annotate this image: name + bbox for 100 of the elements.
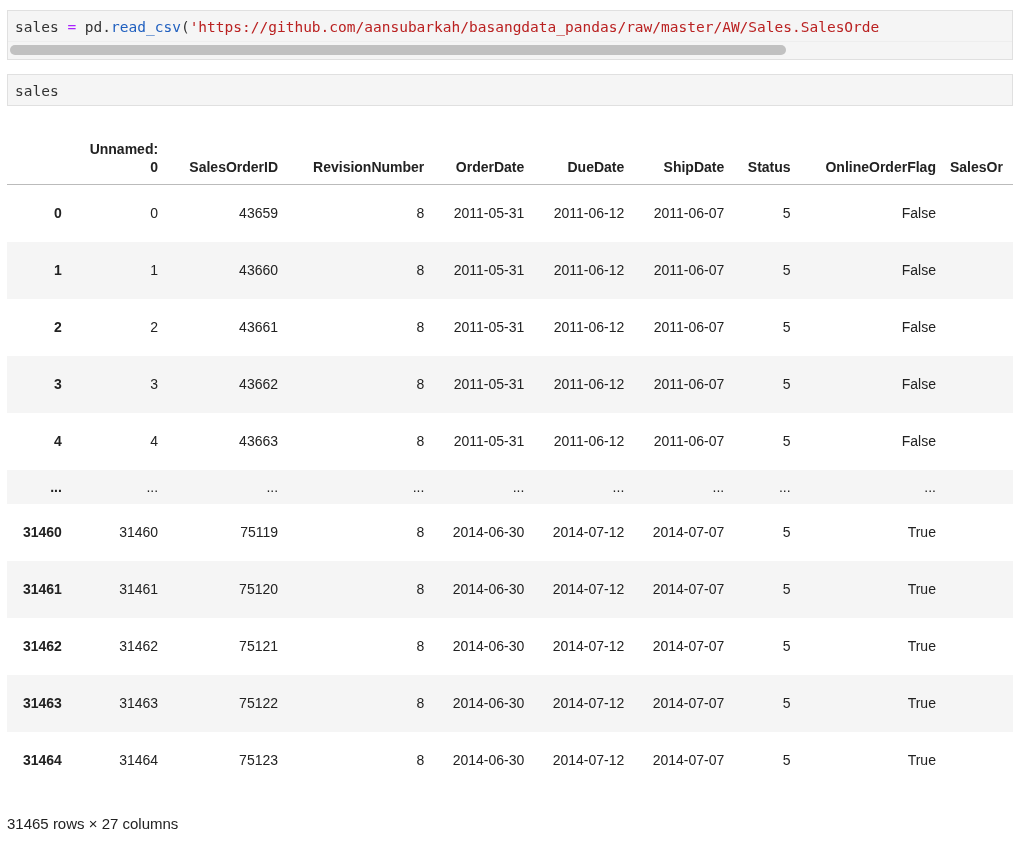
table-cell: 8: [285, 184, 432, 242]
table-cell: 2011-05-31: [431, 184, 532, 242]
table-cell: 2014-07-07: [631, 617, 732, 675]
row-index: 31464: [7, 731, 69, 789]
table-cell: False: [797, 184, 943, 242]
column-header: OrderDate: [431, 120, 532, 185]
table-cell: 4: [68, 412, 166, 470]
table-cell: 2011-06-12: [531, 184, 632, 242]
table-cell: 75121: [165, 617, 286, 675]
table-cell: 5: [731, 560, 798, 618]
column-header: RevisionNumber: [285, 120, 432, 185]
table-cell: ...: [68, 469, 166, 504]
row-index: 31462: [7, 617, 69, 675]
table-cell: 8: [285, 412, 432, 470]
table-cell: 5: [731, 617, 798, 675]
table-cell: 31463: [68, 674, 166, 732]
table-cell: 31461: [68, 560, 166, 618]
table-cell: ...: [165, 469, 286, 504]
table-cell: 2014-06-30: [431, 560, 532, 618]
table-cell: 43661: [165, 298, 286, 356]
table-cell: ...: [731, 469, 798, 504]
table-cell: 2011-06-07: [631, 412, 732, 470]
table-cell: 75122: [165, 674, 286, 732]
table-cell: 2014-07-12: [531, 731, 632, 789]
table-cell: 2: [68, 298, 166, 356]
table-cell: False: [797, 412, 943, 470]
horizontal-scrollbar[interactable]: [8, 41, 1012, 59]
table-cell: 8: [285, 560, 432, 618]
row-index: 31463: [7, 674, 69, 732]
table-cell: 5: [731, 503, 798, 561]
table-cell: 5: [731, 355, 798, 413]
column-header: ShipDate: [631, 120, 732, 185]
table-cell: 43663: [165, 412, 286, 470]
table-cell: 2014-07-12: [531, 617, 632, 675]
table-cell: 1: [68, 241, 166, 299]
row-index: 31460: [7, 503, 69, 561]
table-cell: 5: [731, 298, 798, 356]
table-cell: ...: [797, 469, 943, 504]
row-index: ...: [7, 469, 69, 504]
table-cell: 2011-06-07: [631, 184, 732, 242]
column-header: OnlineOrderFlag: [797, 120, 943, 185]
table-cell: 5: [731, 674, 798, 732]
table-cell: 2011-06-12: [531, 412, 632, 470]
table-cell: 8: [285, 674, 432, 732]
column-header: DueDate: [531, 120, 632, 185]
table-cell: 8: [285, 617, 432, 675]
table-cell: ...: [285, 469, 432, 504]
table-cell: 2011-05-31: [431, 412, 532, 470]
row-index: 0: [7, 184, 69, 242]
table-cell: 2014-07-07: [631, 503, 732, 561]
table-cell: True: [797, 731, 943, 789]
table-cell: 2014-07-07: [631, 674, 732, 732]
row-index: 2: [7, 298, 69, 356]
row-index: 4: [7, 412, 69, 470]
shape-summary: 31465 rows × 27 columns: [7, 814, 180, 832]
table-cell: 2014-07-12: [531, 503, 632, 561]
table-cell: 43660: [165, 241, 286, 299]
table-cell: 2014-06-30: [431, 503, 532, 561]
table-cell: True: [797, 503, 943, 561]
table-cell: 2011-06-12: [531, 241, 632, 299]
table-cell: 8: [285, 298, 432, 356]
column-header: Status: [731, 120, 798, 185]
table-cell: 2014-06-30: [431, 731, 532, 789]
table-cell: False: [797, 241, 943, 299]
table-cell: 8: [285, 241, 432, 299]
table-cell: 43659: [165, 184, 286, 242]
table-cell: 43662: [165, 355, 286, 413]
column-header: SalesOr: [942, 120, 1013, 185]
table-cell: 31464: [68, 731, 166, 789]
table-cell: 2014-07-07: [631, 731, 732, 789]
table-cell: True: [797, 617, 943, 675]
table-cell: 75120: [165, 560, 286, 618]
row-index: 1: [7, 241, 69, 299]
table-cell: 2011-05-31: [431, 241, 532, 299]
table-cell: 5: [731, 241, 798, 299]
table-cell: 2014-07-07: [631, 560, 732, 618]
table-cell: 75119: [165, 503, 286, 561]
table-cell: 31462: [68, 617, 166, 675]
table-cell: 2014-07-12: [531, 560, 632, 618]
table-cell: True: [797, 674, 943, 732]
table-cell: 2014-07-12: [531, 674, 632, 732]
table-cell: 2011-06-07: [631, 241, 732, 299]
table-cell: 2011-06-07: [631, 355, 732, 413]
column-header: Unnamed: 0: [68, 120, 166, 185]
table-cell: 2011-06-07: [631, 298, 732, 356]
table-cell: 5: [731, 731, 798, 789]
table-cell: 5: [731, 184, 798, 242]
table-cell: False: [797, 355, 943, 413]
table-cell: ...: [431, 469, 532, 504]
table-cell: ...: [631, 469, 732, 504]
table-cell: 3: [68, 355, 166, 413]
table-cell: 0: [68, 184, 166, 242]
table-cell: 2011-06-12: [531, 298, 632, 356]
table-cell: 8: [285, 355, 432, 413]
table-cell: 31460: [68, 503, 166, 561]
table-cell: ...: [531, 469, 632, 504]
table-cell: False: [797, 298, 943, 356]
table-cell: 2011-05-31: [431, 298, 532, 356]
table-cell: 8: [285, 731, 432, 789]
table-cell: 75123: [165, 731, 286, 789]
